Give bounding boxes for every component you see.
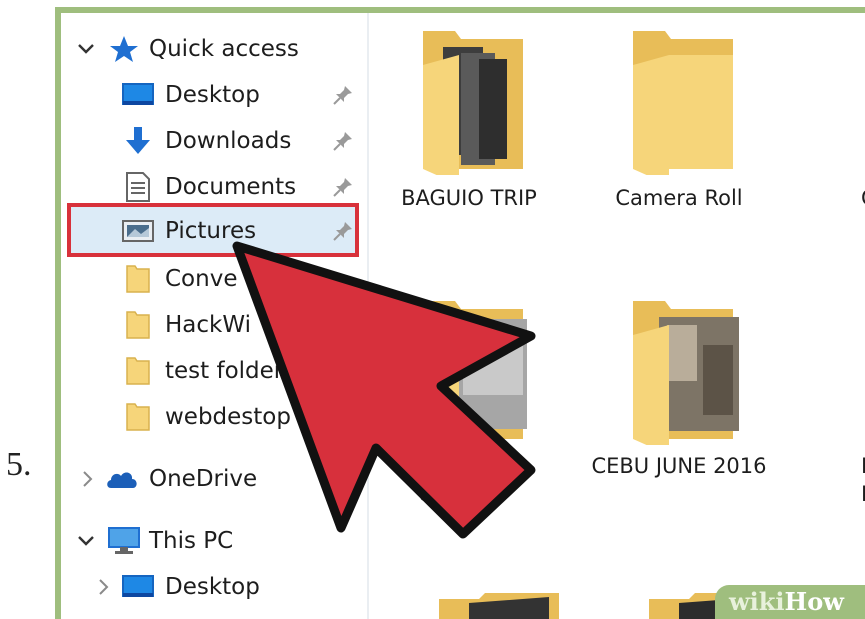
file-explorer-window: Quick access Desktop Downloads Documents… (61, 13, 865, 619)
nav-item-quick-access[interactable]: Quick access (61, 27, 367, 71)
step-number: 5. (6, 446, 32, 483)
nav-item-documents[interactable]: Documents (61, 165, 367, 209)
document-icon (121, 172, 155, 202)
chevron-down-icon[interactable] (75, 38, 97, 60)
folder-name: Di (799, 451, 865, 481)
nav-item-label: Downloads (165, 128, 292, 154)
nav-item-label: Documents (165, 174, 297, 200)
chevron-down-icon[interactable] (75, 530, 97, 552)
screenshot-frame: Quick access Desktop Downloads Documents… (55, 7, 865, 619)
folder-tile-cebu-june-2016[interactable]: CEBU JUNE 2016 (579, 283, 779, 553)
star-icon (107, 34, 141, 64)
nav-item-label: Desktop (165, 82, 260, 108)
wikihow-watermark: wikiHow (715, 585, 865, 619)
pin-icon[interactable] (331, 83, 355, 107)
folder-tile-partial-c[interactable]: C (799, 13, 865, 283)
desktop-icon (121, 572, 155, 602)
folder-name: BAGUIO TRIP (401, 186, 537, 210)
nav-item-label: Quick access (149, 36, 299, 62)
chevron-right-icon[interactable] (93, 576, 115, 598)
download-arrow-icon (121, 126, 155, 156)
folder-icon (439, 593, 559, 619)
folder-icon (121, 402, 155, 432)
pin-icon[interactable] (331, 129, 355, 153)
folder-name: Camera Roll (615, 186, 743, 210)
nav-item-this-pc-desktop[interactable]: Desktop (61, 565, 367, 609)
nav-item-desktop[interactable]: Desktop (61, 73, 367, 117)
folder-icon (121, 356, 155, 386)
desktop-icon (121, 80, 155, 110)
chevron-right-icon[interactable] (77, 468, 99, 490)
folder-name-line2: Bo (799, 479, 865, 509)
nav-item-label: This PC (149, 528, 234, 554)
cloud-icon (105, 464, 139, 494)
folder-tile-partial-di[interactable]: Di Bo (799, 283, 865, 553)
nav-item-label: Conve (165, 266, 238, 292)
folder-icon (121, 264, 155, 294)
computer-icon (107, 526, 141, 556)
watermark-how: How (784, 587, 844, 616)
pictures-icon (121, 216, 155, 246)
photo-folder-icon (633, 301, 739, 445)
folder-icon (633, 31, 733, 175)
nav-item-label: Desktop (165, 574, 260, 600)
folder-icon (121, 310, 155, 340)
nav-item-downloads[interactable]: Downloads (61, 119, 367, 163)
folder-name: C (799, 183, 865, 213)
red-pointer-arrow-icon (232, 241, 536, 539)
folder-name: CEBU JUNE 2016 (591, 454, 767, 478)
pin-icon[interactable] (331, 175, 355, 199)
photo-folder-icon (423, 31, 523, 175)
watermark-wiki: wiki (729, 587, 785, 616)
folder-tile-camera-roll[interactable]: Camera Roll (579, 13, 779, 283)
